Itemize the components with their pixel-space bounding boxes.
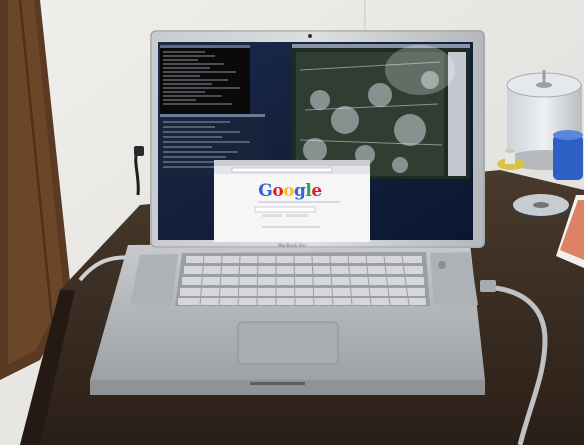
browser-window <box>214 160 370 242</box>
power-button <box>438 261 446 269</box>
screen <box>158 42 473 242</box>
cd-on-desk <box>511 194 571 219</box>
terminal-window <box>160 45 250 115</box>
photo: Google MacBook Pro <box>0 0 584 445</box>
laptop-base <box>90 243 485 395</box>
trackpad <box>237 321 339 365</box>
scene-drawing <box>0 0 584 445</box>
blue-container <box>553 130 583 180</box>
image-viewer-window <box>292 44 470 179</box>
